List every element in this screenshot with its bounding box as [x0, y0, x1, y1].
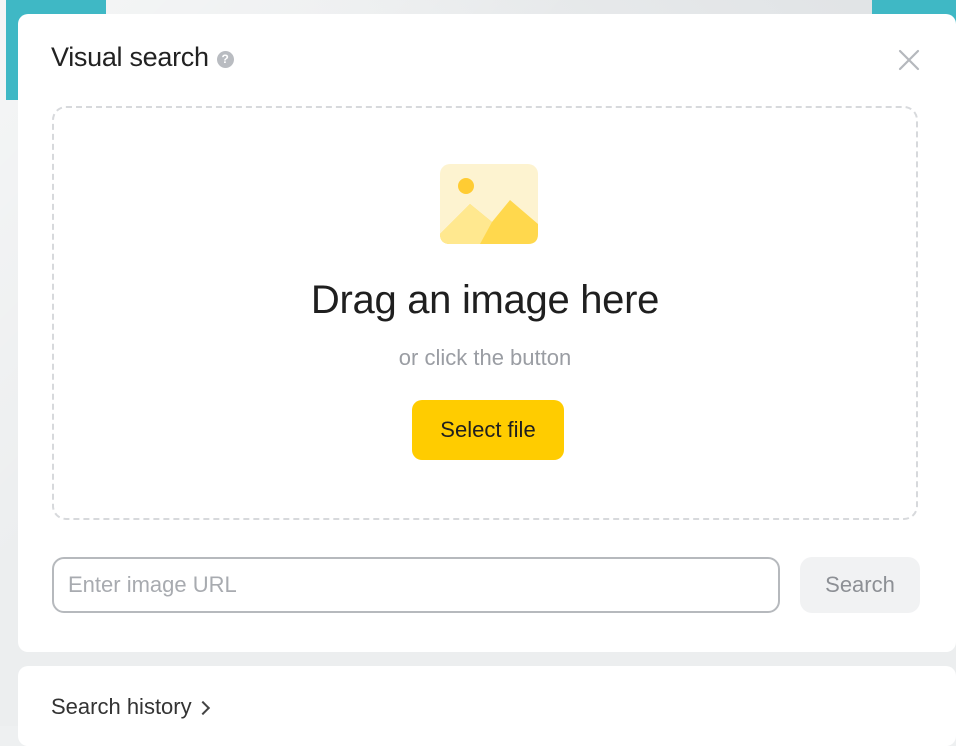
dropzone-subtext: or click the button: [398, 345, 572, 370]
image-url-input[interactable]: [52, 557, 780, 613]
close-icon[interactable]: [894, 45, 924, 75]
search-history-panel: Search history: [18, 666, 956, 746]
dialog-header: Visual search ?: [51, 42, 234, 73]
dialog-title: Visual search: [51, 42, 209, 72]
help-icon[interactable]: ?: [216, 50, 234, 68]
image-dropzone[interactable]: Drag an image here or click the button S…: [52, 106, 918, 520]
search-button[interactable]: Search: [800, 557, 920, 613]
dropzone-heading: Drag an image here: [310, 278, 660, 322]
chevron-right-icon: [195, 700, 210, 716]
select-file-button[interactable]: Select file: [412, 400, 564, 460]
search-history-link[interactable]: Search history: [51, 694, 210, 720]
image-placeholder-icon: [440, 164, 538, 244]
search-history-label: Search history: [51, 694, 192, 719]
visual-search-dialog: Visual search ? Drag an image here or cl…: [18, 14, 956, 652]
